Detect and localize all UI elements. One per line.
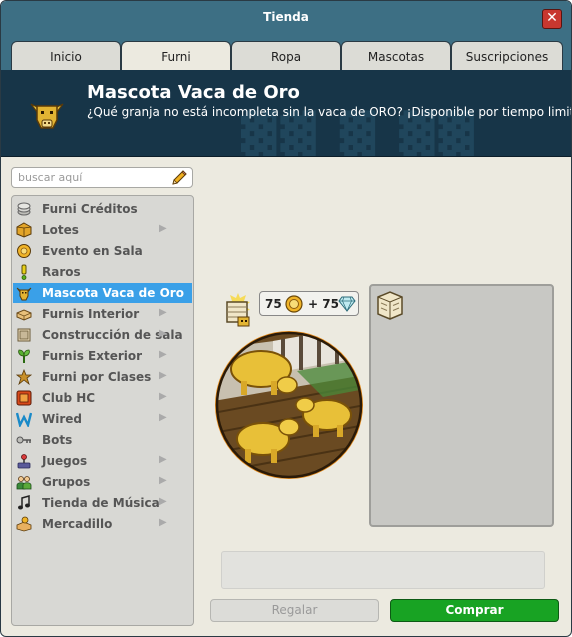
gold-coin-icon [285, 295, 303, 313]
category-item-furni-creditos[interactable]: Furni Créditos [13, 199, 192, 219]
joystick-icon [17, 454, 31, 469]
hc-badge-icon [16, 390, 32, 406]
event-coin-icon [17, 244, 31, 258]
category-item-lotes[interactable]: Lotes ▶ [13, 220, 192, 240]
plant-icon [18, 349, 30, 363]
pencil-icon[interactable] [170, 169, 188, 187]
category-label: Club HC [42, 391, 96, 405]
tab-suscripciones[interactable]: Suscripciones [451, 41, 563, 71]
price-diamonds-value: 75 [322, 297, 339, 311]
close-button[interactable]: ✕ [542, 9, 562, 29]
star-icon [16, 369, 32, 385]
tab-ropa[interactable]: Ropa [231, 41, 341, 71]
price-credits: 75 [265, 297, 282, 311]
banner-description: ¿Qué granja no está incompleta sin la va… [87, 105, 571, 119]
search-field[interactable]: buscar aquí [11, 167, 193, 188]
shop-window: Tienda ✕ Inicio Furni Ropa Mascotas Susc… [0, 0, 572, 637]
category-label: Furni Créditos [42, 202, 138, 216]
chevron-right-icon: ▶ [159, 454, 167, 465]
chevron-right-icon: ▶ [159, 223, 167, 234]
music-note-icon [18, 495, 30, 510]
preview-panel [369, 284, 554, 527]
category-item-tienda-de-musica[interactable]: Tienda de Música ▶ [13, 493, 192, 513]
golden-cow-icon [16, 287, 32, 301]
group-icon [16, 476, 32, 490]
category-item-raros[interactable]: Raros [13, 262, 192, 282]
banner-title: Mascota Vaca de Oro [87, 82, 300, 103]
price-badge: 75 + 75 [259, 291, 359, 316]
search-input[interactable]: buscar aquí [18, 171, 82, 184]
golden-cow-icon [30, 103, 64, 129]
category-label: Bots [42, 433, 73, 447]
category-label: Raros [42, 265, 81, 279]
chevron-right-icon: ▶ [159, 517, 167, 528]
wall-block-icon [17, 328, 31, 342]
category-item-mercadillo[interactable]: Mercadillo ▶ [13, 514, 192, 534]
coins-stack-icon [17, 202, 31, 216]
crate-icon [377, 291, 403, 320]
key-icon [16, 436, 31, 444]
category-list: Furni Créditos Lotes ▶ Evento en Sala Ra… [11, 195, 194, 626]
category-item-construccion-de-sala[interactable]: Construcción de sala ▶ [13, 325, 192, 345]
category-item-evento-en-sala[interactable]: Evento en Sala [13, 241, 192, 261]
title-bar[interactable]: Tienda ✕ [1, 1, 571, 37]
window-title: Tienda [263, 10, 309, 24]
chevron-right-icon: ▶ [159, 412, 167, 423]
category-item-mascota-vaca-de-oro[interactable]: Mascota Vaca de Oro [13, 283, 192, 303]
tab-furni[interactable]: Furni [121, 41, 231, 72]
exclamation-icon [21, 264, 27, 280]
category-label: Juegos [42, 454, 88, 468]
chevron-right-icon: ▶ [159, 475, 167, 486]
sofa-icon [16, 309, 32, 321]
close-icon: ✕ [546, 10, 558, 26]
message-bar [221, 551, 545, 589]
category-item-bots[interactable]: Bots [13, 430, 192, 450]
category-label: Furni por Clases [42, 370, 152, 384]
category-item-wired[interactable]: Wired ▶ [13, 409, 192, 429]
pet-preview-image [215, 331, 363, 479]
category-label: Mercadillo [42, 517, 113, 531]
category-item-club-hc[interactable]: Club HC ▶ [13, 388, 192, 408]
category-label: Tienda de Música [42, 496, 160, 510]
chevron-right-icon: ▶ [159, 328, 167, 339]
category-item-grupos[interactable]: Grupos ▶ [13, 472, 192, 492]
price-diamonds: + 75 [308, 297, 339, 311]
gift-button[interactable]: Regalar [210, 599, 379, 622]
tab-inicio[interactable]: Inicio [11, 41, 121, 71]
catalog-banner: ▓▓ ▓ ▓▓ Mascota Vaca de Oro ¿Qué granja … [1, 70, 571, 157]
category-label: Wired [42, 412, 82, 426]
market-icon [16, 516, 32, 532]
price-separator: + [308, 297, 319, 311]
chevron-right-icon: ▶ [159, 496, 167, 507]
category-label: Grupos [42, 475, 91, 489]
category-item-furnis-interior[interactable]: Furnis Interior ▶ [13, 304, 192, 324]
category-item-furnis-exterior[interactable]: Furnis Exterior ▶ [13, 346, 192, 366]
tab-bar: Inicio Furni Ropa Mascotas Suscripciones [1, 37, 571, 72]
tab-mascotas[interactable]: Mascotas [341, 41, 451, 71]
wired-icon [16, 412, 32, 427]
category-item-juegos[interactable]: Juegos ▶ [13, 451, 192, 471]
chevron-right-icon: ▶ [159, 391, 167, 402]
category-label: Furnis Exterior [42, 349, 143, 363]
buy-button[interactable]: Comprar [390, 599, 559, 622]
diamond-icon [338, 296, 356, 312]
bundle-box-icon [16, 222, 32, 238]
golden-cow-crate-icon [226, 293, 250, 327]
chevron-right-icon: ▶ [159, 370, 167, 381]
category-label: Furnis Interior [42, 307, 140, 321]
chevron-right-icon: ▶ [159, 349, 167, 360]
category-label: Evento en Sala [42, 244, 143, 258]
chevron-right-icon: ▶ [159, 307, 167, 318]
category-item-furni-por-clases[interactable]: Furni por Clases ▶ [13, 367, 192, 387]
category-label: Lotes [42, 223, 79, 237]
category-label: Mascota Vaca de Oro [42, 286, 184, 300]
